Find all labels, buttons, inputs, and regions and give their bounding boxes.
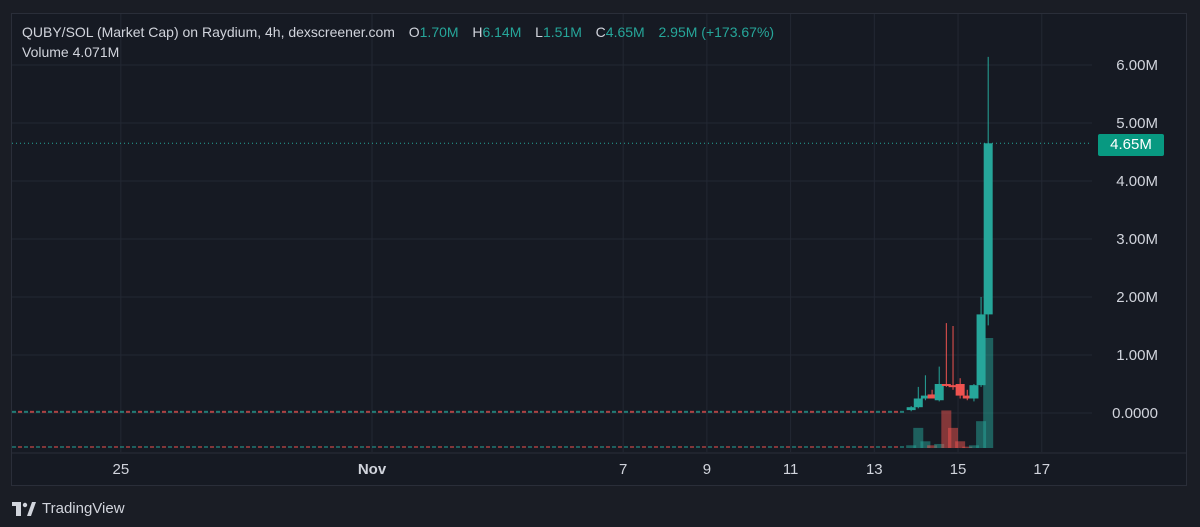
x-tick-label: 9 (703, 461, 711, 478)
y-tick-label: 5.00M (1116, 115, 1158, 132)
legend-title: QUBY/SOL (Market Cap) on Raydium, 4h, de… (22, 24, 395, 40)
legend-low-label: L (535, 24, 543, 40)
legend-volume-value: 4.071M (72, 44, 120, 60)
volume-legend: Volume 4.071M (22, 42, 119, 62)
candle-body (976, 314, 986, 386)
candle-body (955, 384, 965, 396)
x-tick-label: 17 (1033, 461, 1050, 478)
legend-low-value: 1.51M (542, 24, 582, 40)
footer-branding[interactable]: TradingView (12, 500, 125, 517)
tradingview-logo-icon (12, 501, 36, 516)
legend-change-value: 2.95M (+173.67%) (658, 24, 775, 40)
candlestick-chart[interactable]: 6.00M 5.00M 4.00M 3.00M 2.00M 1.00M 0.0000 25 No… (0, 0, 1200, 527)
x-tick-label: 13 (866, 461, 883, 478)
legend-volume-label: Volume (22, 44, 69, 60)
x-tick-label: 25 (112, 461, 129, 478)
y-tick-label: 6.00M (1116, 57, 1158, 74)
last-price-label: 4.65M (1098, 134, 1164, 156)
legend-high-value: 6.14M (482, 24, 522, 40)
candle-body (934, 384, 944, 401)
x-tick-label: 15 (950, 461, 967, 478)
legend-high-label: H (472, 24, 483, 40)
x-tick-label: 11 (783, 461, 799, 478)
y-tick-label: 1.00M (1116, 347, 1158, 364)
footer-brand-text: TradingView (42, 500, 125, 517)
candle-body (969, 385, 979, 399)
x-tick-label: Nov (358, 461, 387, 478)
candle-body (913, 398, 923, 408)
legend-open-value: 1.70M (419, 24, 459, 40)
x-tick-label: 7 (619, 461, 627, 478)
legend-open-label: O (408, 24, 420, 40)
y-tick-label: 0.0000 (1112, 405, 1158, 422)
y-tick-label: 4.00M (1116, 173, 1158, 190)
chart-legend: QUBY/SOL (Market Cap) on Raydium, 4h, de… (22, 22, 774, 42)
candle-body (983, 143, 993, 315)
legend-close-value: 4.65M (605, 24, 645, 40)
y-tick-label: 2.00M (1116, 289, 1158, 306)
y-tick-label: 3.00M (1116, 231, 1158, 248)
legend-close-label: C (595, 24, 606, 40)
candle-body (906, 407, 916, 411)
